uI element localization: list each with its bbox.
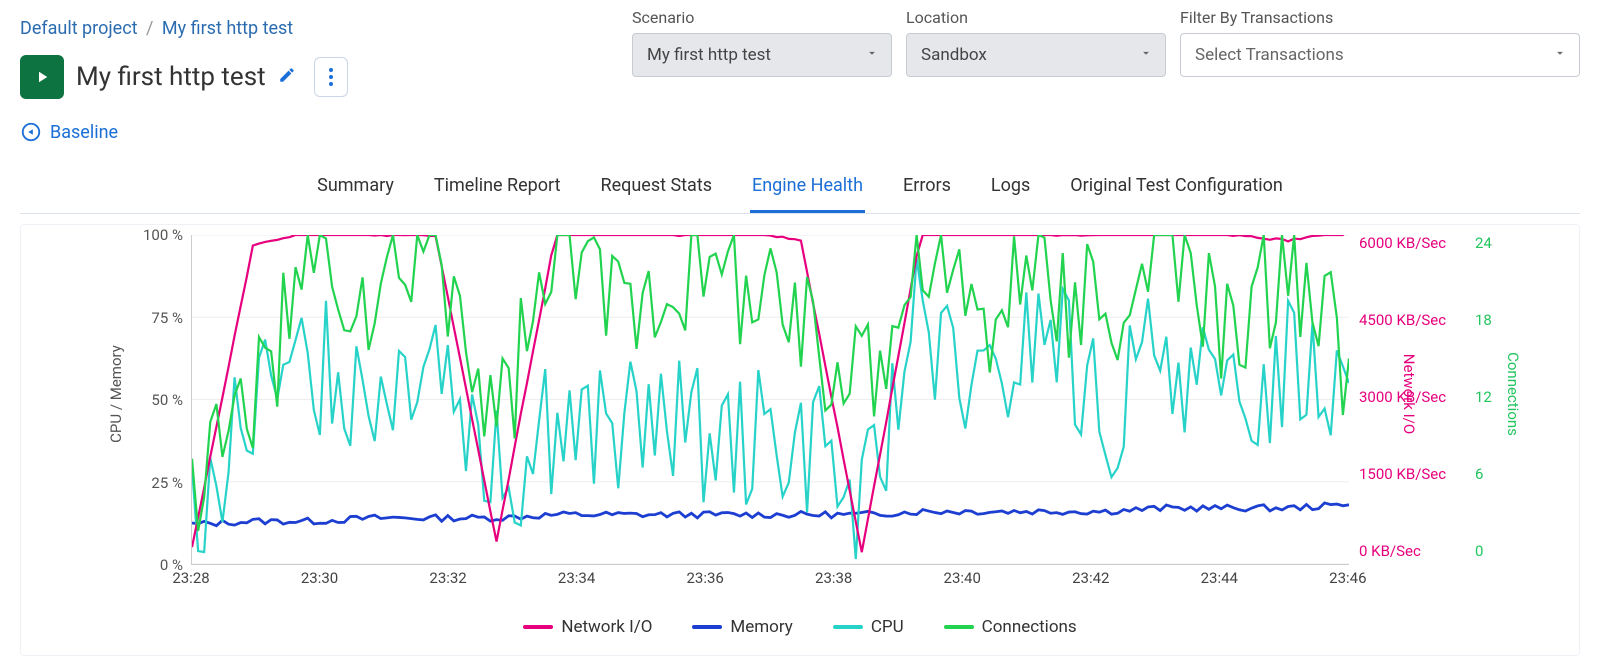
page-title: My first http test bbox=[76, 62, 266, 92]
tabbar: Summary Timeline Report Request Stats Engin… bbox=[20, 169, 1580, 214]
series-memory bbox=[192, 503, 1349, 526]
baseline-label: Baseline bbox=[50, 122, 118, 143]
location-value: Sandbox bbox=[921, 45, 987, 65]
tab-request-stats[interactable]: Request Stats bbox=[598, 169, 714, 213]
baseline-icon bbox=[20, 121, 42, 143]
scenario-select[interactable]: My first http test bbox=[632, 33, 892, 77]
pencil-icon bbox=[278, 66, 296, 84]
transactions-placeholder: Select Transactions bbox=[1195, 45, 1344, 65]
tab-engine-health[interactable]: Engine Health bbox=[750, 169, 865, 213]
axis-x-ticks: 23:2823:3023:3223:3423:3623:3823:4023:42… bbox=[191, 569, 1349, 589]
run-button[interactable] bbox=[20, 55, 64, 99]
transactions-label: Filter By Transactions bbox=[1180, 8, 1580, 27]
location-select[interactable]: Sandbox bbox=[906, 33, 1166, 77]
axis-left-ticks: 0 %25 %50 %75 %100 % bbox=[123, 235, 183, 565]
scenario-value: My first http test bbox=[647, 45, 771, 65]
tab-errors[interactable]: Errors bbox=[901, 169, 953, 213]
legend-cpu[interactable]: CPU bbox=[833, 617, 904, 637]
axis-right2-ticks: 06121824 bbox=[1475, 235, 1505, 565]
location-label: Location bbox=[906, 8, 1166, 27]
edit-title-button[interactable] bbox=[278, 66, 296, 88]
legend-memory[interactable]: Memory bbox=[692, 617, 792, 637]
chevron-down-icon bbox=[1139, 45, 1153, 65]
chart-legend: Network I/O Memory CPU Connections bbox=[51, 617, 1549, 645]
more-menu-button[interactable] bbox=[314, 57, 348, 97]
engine-health-chart: CPU / Memory Network I/O Connections 0 %… bbox=[20, 224, 1580, 656]
breadcrumb-test[interactable]: My first http test bbox=[162, 18, 293, 39]
kebab-icon bbox=[328, 67, 334, 87]
breadcrumb-project[interactable]: Default project bbox=[20, 18, 138, 39]
scenario-label: Scenario bbox=[632, 8, 892, 27]
plot-area[interactable] bbox=[191, 235, 1349, 565]
chevron-down-icon bbox=[1553, 45, 1567, 65]
breadcrumb-sep: / bbox=[146, 18, 153, 39]
legend-connections[interactable]: Connections bbox=[944, 617, 1077, 637]
axis-right1-ticks: 0 KB/Sec1500 KB/Sec3000 KB/Sec4500 KB/Se… bbox=[1359, 235, 1449, 565]
tab-timeline-report[interactable]: Timeline Report bbox=[432, 169, 563, 213]
tab-logs[interactable]: Logs bbox=[989, 169, 1032, 213]
baseline-link[interactable]: Baseline bbox=[20, 121, 1580, 143]
tab-original-test-configuration[interactable]: Original Test Configuration bbox=[1068, 169, 1285, 213]
tab-summary[interactable]: Summary bbox=[315, 169, 396, 213]
axis-right2-title: Connections bbox=[1504, 352, 1522, 436]
legend-network-i-o[interactable]: Network I/O bbox=[523, 617, 652, 637]
chevron-down-icon bbox=[865, 45, 879, 65]
transactions-select[interactable]: Select Transactions bbox=[1180, 33, 1580, 77]
play-icon bbox=[33, 68, 51, 86]
